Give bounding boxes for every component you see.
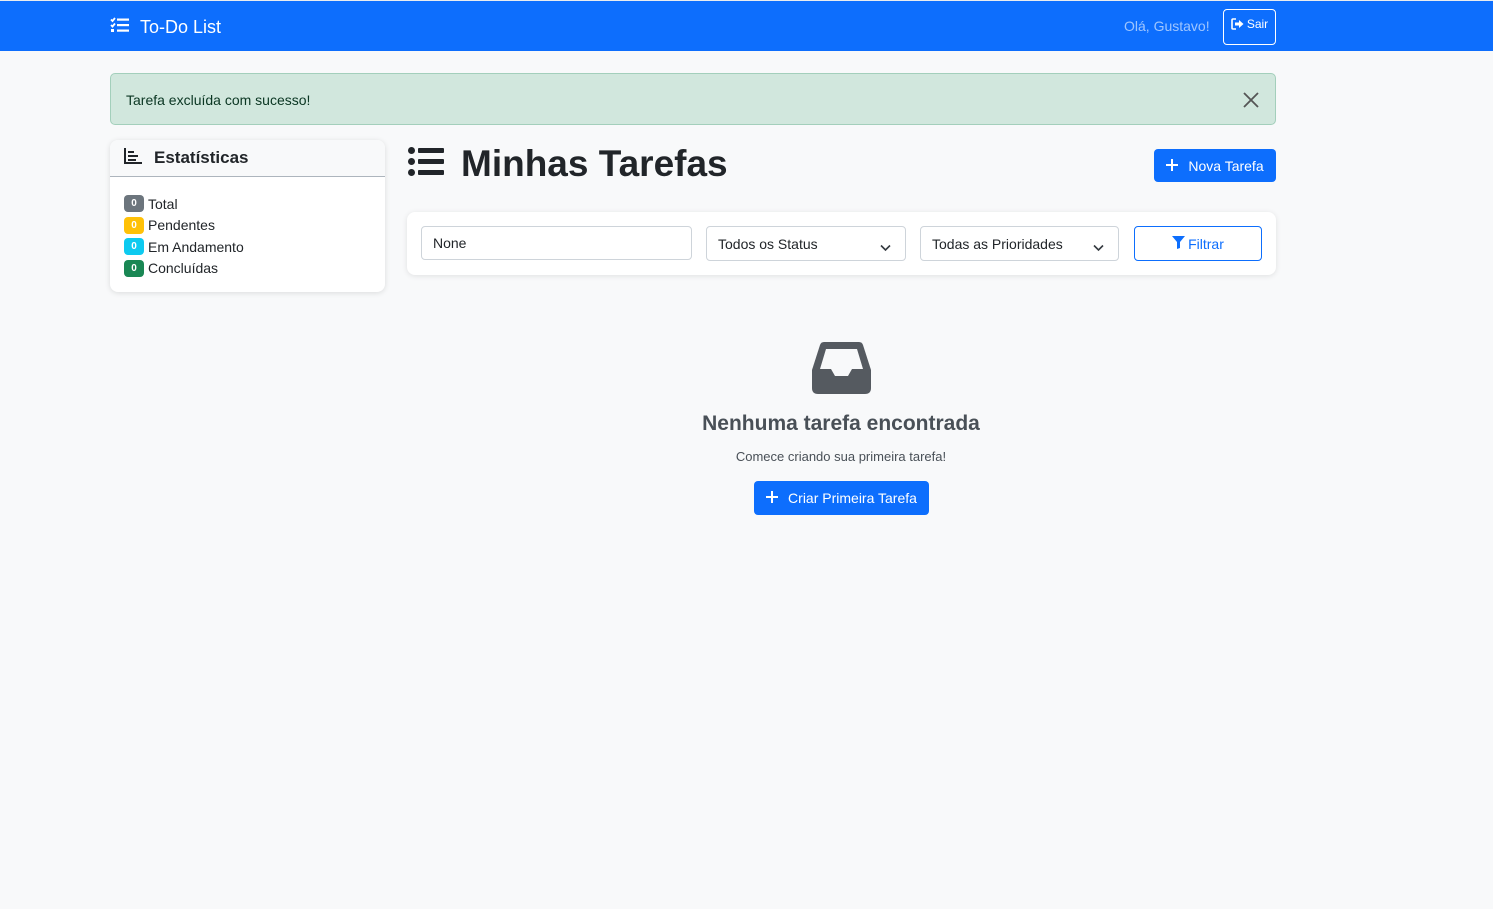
- stat-label: Total: [148, 195, 178, 212]
- navbar: To-Do List Olá, Gustavo! Sair: [0, 0, 1493, 51]
- stats-header: Estatísticas: [110, 140, 385, 177]
- chart-icon: [124, 147, 154, 169]
- stat-label: Pendentes: [148, 217, 215, 234]
- chevron-down-icon: [1093, 239, 1104, 255]
- priority-select-value: Todas as Prioridades: [932, 235, 1063, 252]
- empty-title: Nenhuma tarefa encontrada: [702, 412, 980, 435]
- stats-title: Estatísticas: [154, 148, 249, 167]
- success-alert: Tarefa excluída com sucesso!: [110, 73, 1276, 125]
- status-select-value: Todos os Status: [718, 235, 818, 252]
- tasks-icon: [110, 16, 140, 38]
- new-task-button[interactable]: Nova Tarefa: [1154, 149, 1276, 182]
- stat-label: Em Andamento: [148, 238, 244, 255]
- page-title-label: Minhas Tarefas: [461, 143, 728, 184]
- create-first-task-button[interactable]: Criar Primeira Tarefa: [754, 481, 929, 515]
- stats-list: 0 Total 0 Pendentes 0 Em Andamento 0 Con…: [110, 177, 385, 279]
- brand[interactable]: To-Do List: [110, 15, 221, 39]
- count-badge: 0: [124, 238, 144, 256]
- stat-total: 0 Total: [124, 193, 371, 215]
- filter-card: Todos os Status Todas as Prioridades Fil…: [407, 212, 1276, 275]
- logout-button[interactable]: Sair: [1223, 9, 1276, 45]
- chevron-down-icon: [880, 239, 891, 255]
- stat-label: Concluídas: [148, 260, 219, 277]
- plus-icon: [1166, 158, 1188, 174]
- stat-in-progress: 0 Em Andamento: [124, 236, 371, 258]
- list-icon: [408, 143, 461, 185]
- status-select[interactable]: Todos os Status: [706, 226, 906, 261]
- stat-done: 0 Concluídas: [124, 258, 371, 280]
- filter-icon: [1172, 235, 1188, 252]
- user-greeting: Olá, Gustavo!: [1124, 18, 1210, 34]
- filter-label: Filtrar: [1188, 235, 1224, 252]
- count-badge: 0: [124, 195, 144, 213]
- sign-out-icon: [1231, 17, 1247, 33]
- brand-label: To-Do List: [140, 16, 222, 37]
- filter-button[interactable]: Filtrar: [1134, 226, 1262, 261]
- new-task-label: Nova Tarefa: [1188, 157, 1264, 174]
- search-input[interactable]: [421, 226, 692, 260]
- inbox-icon: [812, 342, 871, 399]
- logout-label: Sair: [1246, 17, 1269, 31]
- empty-subtitle: Comece criando sua primeira tarefa!: [735, 449, 947, 464]
- page-title: Minhas Tarefas: [408, 143, 728, 185]
- count-badge: 0: [124, 216, 144, 234]
- count-badge: 0: [124, 259, 144, 277]
- stat-pending: 0 Pendentes: [124, 215, 371, 237]
- alert-message: Tarefa excluída com sucesso!: [126, 92, 311, 108]
- create-first-task-label: Criar Primeira Tarefa: [788, 490, 917, 506]
- close-icon[interactable]: [1242, 91, 1260, 109]
- stats-card: Estatísticas 0 Total 0 Pendentes 0 Em An…: [110, 140, 385, 292]
- priority-select[interactable]: Todas as Prioridades: [920, 226, 1119, 261]
- plus-icon: [766, 490, 788, 506]
